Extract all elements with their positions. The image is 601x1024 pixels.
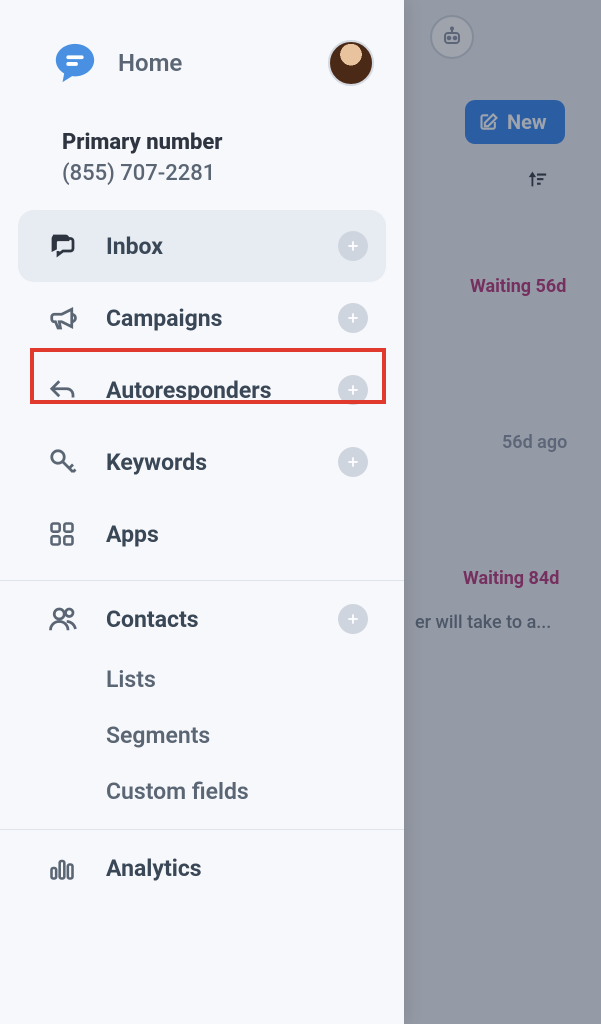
add-inbox-button[interactable] — [338, 231, 368, 261]
status-waiting-1: Waiting 56d — [470, 276, 566, 297]
plus-icon — [346, 612, 360, 626]
status-ago: 56d ago — [502, 432, 567, 453]
nav-custom-fields[interactable]: Custom fields — [18, 763, 386, 819]
sidebar-header: Home — [0, 0, 404, 86]
sidebar: Home Primary number (855) 707-2281 Inbox — [0, 0, 404, 1024]
nav-lists[interactable]: Lists — [18, 651, 386, 707]
primary-number-value: (855) 707-2281 — [62, 161, 374, 186]
new-button[interactable]: New — [465, 100, 565, 144]
add-campaign-button[interactable] — [338, 303, 368, 333]
bot-icon — [430, 15, 474, 59]
add-contact-button[interactable] — [338, 604, 368, 634]
nav-list: Inbox Campaigns — [0, 186, 404, 570]
primary-number-title: Primary number — [62, 130, 374, 155]
contacts-icon — [48, 604, 88, 634]
nav-custom-fields-label: Custom fields — [106, 778, 368, 805]
sort-icon[interactable] — [526, 168, 548, 190]
inbox-icon — [48, 231, 88, 261]
main-content-behind — [400, 0, 601, 1024]
plus-icon — [346, 311, 360, 325]
nav-inbox[interactable]: Inbox — [18, 210, 386, 282]
plus-icon — [346, 455, 360, 469]
nav-lists-label: Lists — [106, 666, 368, 693]
nav-inbox-label: Inbox — [106, 233, 338, 260]
nav-apps[interactable]: Apps — [18, 498, 386, 570]
avatar[interactable] — [328, 40, 374, 86]
analytics-icon — [48, 854, 88, 882]
nav-contacts-label: Contacts — [106, 606, 338, 633]
nav-campaigns-label: Campaigns — [106, 305, 338, 332]
nav-analytics[interactable]: Analytics — [18, 836, 386, 900]
new-button-label: New — [507, 110, 547, 134]
status-waiting-2: Waiting 84d — [463, 568, 559, 589]
home-label[interactable]: Home — [118, 49, 328, 77]
nav-campaigns[interactable]: Campaigns — [18, 282, 386, 354]
nav-keywords[interactable]: Keywords — [18, 426, 386, 498]
nav-contacts[interactable]: Contacts — [18, 587, 386, 651]
reply-icon — [48, 375, 88, 405]
topbar-behind — [400, 0, 601, 74]
nav-autoresponders[interactable]: Autoresponders — [18, 354, 386, 426]
compose-icon — [479, 112, 499, 132]
nav-segments[interactable]: Segments — [18, 707, 386, 763]
plus-icon — [346, 383, 360, 397]
nav-autoresponders-label: Autoresponders — [106, 377, 338, 404]
nav-apps-label: Apps — [106, 521, 368, 548]
plus-icon — [346, 239, 360, 253]
add-keyword-button[interactable] — [338, 447, 368, 477]
nav-analytics-label: Analytics — [106, 855, 368, 882]
app-logo-icon[interactable] — [52, 40, 98, 86]
nav-segments-label: Segments — [106, 722, 368, 749]
nav-keywords-label: Keywords — [106, 449, 338, 476]
subnav-contacts: Contacts Lists Segments Custom fields — [0, 581, 404, 819]
key-icon — [48, 447, 88, 477]
truncated-text: er will take to a... — [415, 612, 551, 633]
primary-number-block: Primary number (855) 707-2281 — [0, 86, 404, 186]
subnav-analytics: Analytics — [0, 830, 404, 900]
add-autoresponder-button[interactable] — [338, 375, 368, 405]
apps-icon — [48, 520, 88, 548]
megaphone-icon — [48, 303, 88, 333]
